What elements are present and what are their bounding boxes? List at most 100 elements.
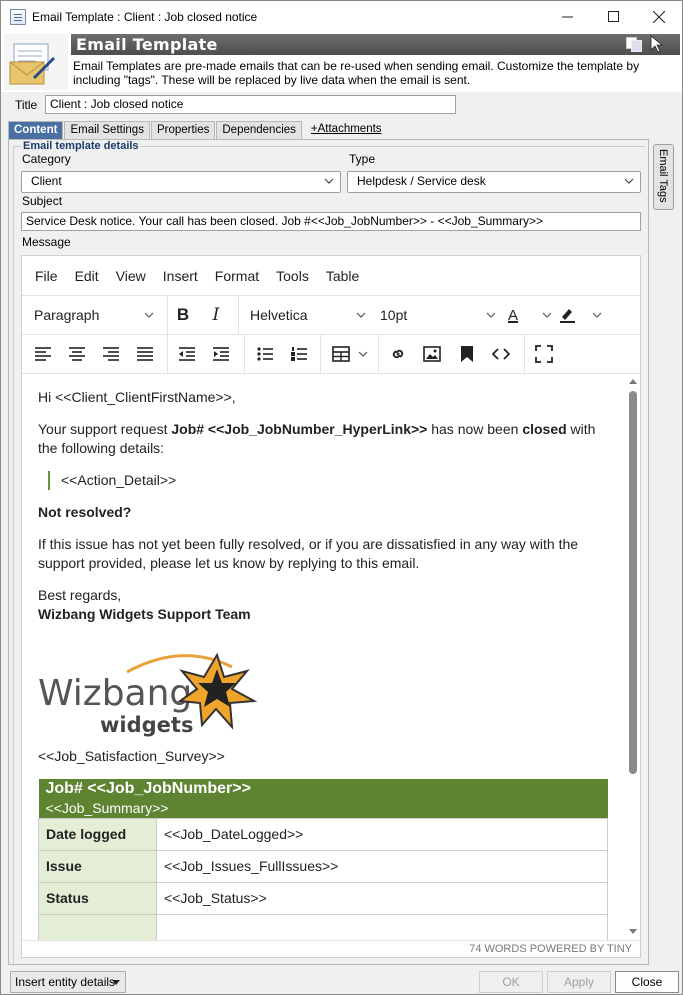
menu-edit[interactable]: Edit xyxy=(75,268,99,284)
close-button[interactable] xyxy=(636,1,682,32)
chevron-down-icon xyxy=(624,178,634,184)
menu-table[interactable]: Table xyxy=(326,268,359,284)
font-size-select[interactable]: 10pt xyxy=(380,296,496,334)
bold-button[interactable]: B xyxy=(172,296,194,334)
apply-button[interactable]: Apply xyxy=(547,971,611,993)
table-button[interactable] xyxy=(332,335,368,373)
source-code-button[interactable] xyxy=(490,335,512,373)
email-tags-side-tab[interactable]: Email Tags xyxy=(653,144,674,210)
editor-menubar: File Edit View Insert Format Tools Table xyxy=(22,256,640,296)
chevron-down-icon xyxy=(542,312,552,318)
title-bar: Email Template : Client : Job closed not… xyxy=(1,1,682,32)
close-icon xyxy=(653,10,665,23)
followup-paragraph: If this issue has not yet been fully res… xyxy=(38,536,579,571)
block-format-select[interactable]: Paragraph xyxy=(34,296,154,334)
minimize-button[interactable] xyxy=(544,1,590,32)
tab-attachments[interactable]: +Attachments xyxy=(306,121,387,139)
image-button[interactable] xyxy=(422,335,442,373)
table-row xyxy=(38,914,608,940)
align-left-button[interactable] xyxy=(34,335,52,373)
bullet-list-button[interactable] xyxy=(256,335,274,373)
align-right-icon xyxy=(103,347,119,361)
chevron-down-icon xyxy=(356,312,366,318)
outdent-icon xyxy=(179,347,195,361)
job-summary-heading: <<Job_Summary>> xyxy=(45,800,169,816)
subject-input[interactable]: Service Desk notice. Your call has been … xyxy=(21,212,641,231)
copy-icon[interactable] xyxy=(626,37,642,52)
minimize-icon xyxy=(561,16,573,18)
chevron-down-icon xyxy=(358,351,368,357)
window-title: Email Template : Client : Job closed not… xyxy=(32,9,258,24)
align-center-button[interactable] xyxy=(68,335,86,373)
fullscreen-button[interactable] xyxy=(534,335,554,373)
block-format-value: Paragraph xyxy=(34,307,100,323)
font-size-value: 10pt xyxy=(380,307,408,323)
numbered-list-button[interactable] xyxy=(290,335,308,373)
tab-content[interactable]: Content xyxy=(8,121,64,139)
insert-entity-label: Insert entity details xyxy=(15,975,116,989)
link-button[interactable] xyxy=(388,335,408,373)
pointer-icon[interactable] xyxy=(649,35,667,54)
highlight-color-button[interactable] xyxy=(558,296,602,334)
fullscreen-icon xyxy=(535,345,553,363)
action-detail-quote: <<Action_Detail>> xyxy=(48,471,610,490)
editor-scrollbar[interactable] xyxy=(627,374,639,940)
job-details-table: Job# <<Job_JobNumber>> <<Job_Summary>> D… xyxy=(38,779,608,940)
menu-view[interactable]: View xyxy=(116,268,146,284)
type-select[interactable]: Helpdesk / Service desk xyxy=(347,171,641,193)
rich-text-editor: File Edit View Insert Format Tools Table… xyxy=(21,255,641,958)
menu-tools[interactable]: Tools xyxy=(276,268,309,284)
email-tags-label: Email Tags xyxy=(657,149,669,203)
text-color-button[interactable]: A xyxy=(508,296,552,334)
table-row: Date logged <<Job_DateLogged>> xyxy=(38,818,608,851)
italic-button[interactable]: I xyxy=(206,296,226,334)
align-center-icon xyxy=(69,347,85,361)
align-left-icon xyxy=(35,347,51,361)
code-icon xyxy=(492,348,510,360)
close-dialog-button[interactable]: Close xyxy=(615,971,679,993)
align-justify-icon xyxy=(137,347,153,361)
menu-file[interactable]: File xyxy=(35,268,58,284)
banner-description: Email Templates are pre-made emails that… xyxy=(73,59,640,87)
menu-insert[interactable]: Insert xyxy=(163,268,198,284)
tab-properties[interactable]: Properties xyxy=(150,121,216,139)
category-value: Client xyxy=(31,174,62,188)
title-input[interactable]: Client : Job closed notice xyxy=(45,95,456,114)
editor-document[interactable]: Hi <<Client_ClientFirstName>>, Your supp… xyxy=(22,374,626,940)
align-justify-button[interactable] xyxy=(136,335,154,373)
app-icon xyxy=(10,8,26,25)
maximize-button[interactable] xyxy=(590,1,636,32)
category-select[interactable]: Client xyxy=(21,171,341,193)
chevron-down-icon xyxy=(592,312,602,318)
scroll-thumb[interactable] xyxy=(629,391,637,774)
tab-email-settings[interactable]: Email Settings xyxy=(64,121,150,139)
chevron-down-icon xyxy=(144,312,154,318)
tab-dependencies[interactable]: Dependencies xyxy=(216,121,302,139)
scroll-down-icon[interactable] xyxy=(627,926,639,936)
insert-entity-details-button[interactable]: Insert entity details xyxy=(10,971,126,993)
signature-team: Wizbang Widgets Support Team xyxy=(38,606,251,622)
table-row: Status <<Job_Status>> xyxy=(38,882,608,915)
indent-button[interactable] xyxy=(212,335,230,373)
chevron-down-icon xyxy=(324,178,334,184)
scroll-up-icon[interactable] xyxy=(627,377,639,387)
bookmark-icon xyxy=(461,346,473,362)
email-envelope-icon xyxy=(4,34,68,90)
bookmark-button[interactable] xyxy=(458,335,476,373)
outdent-button[interactable] xyxy=(178,335,196,373)
chevron-down-icon xyxy=(486,312,496,318)
indent-icon xyxy=(213,347,229,361)
editor-toolbar-format: Paragraph B I Helvetica 10pt A xyxy=(22,296,640,335)
subject-label: Subject xyxy=(22,194,63,208)
link-icon xyxy=(392,349,404,359)
font-family-select[interactable]: Helvetica xyxy=(250,296,366,334)
numbered-list-icon xyxy=(291,347,307,361)
align-right-button[interactable] xyxy=(102,335,120,373)
font-family-value: Helvetica xyxy=(250,307,308,323)
highlighter-icon xyxy=(560,309,575,323)
ok-button[interactable]: OK xyxy=(479,971,543,993)
category-label: Category xyxy=(22,152,71,166)
wizbang-logo: Wizbang widgets xyxy=(38,652,258,737)
menu-format[interactable]: Format xyxy=(215,268,259,284)
job-number-heading: Job# <<Job_JobNumber>> xyxy=(45,780,251,797)
